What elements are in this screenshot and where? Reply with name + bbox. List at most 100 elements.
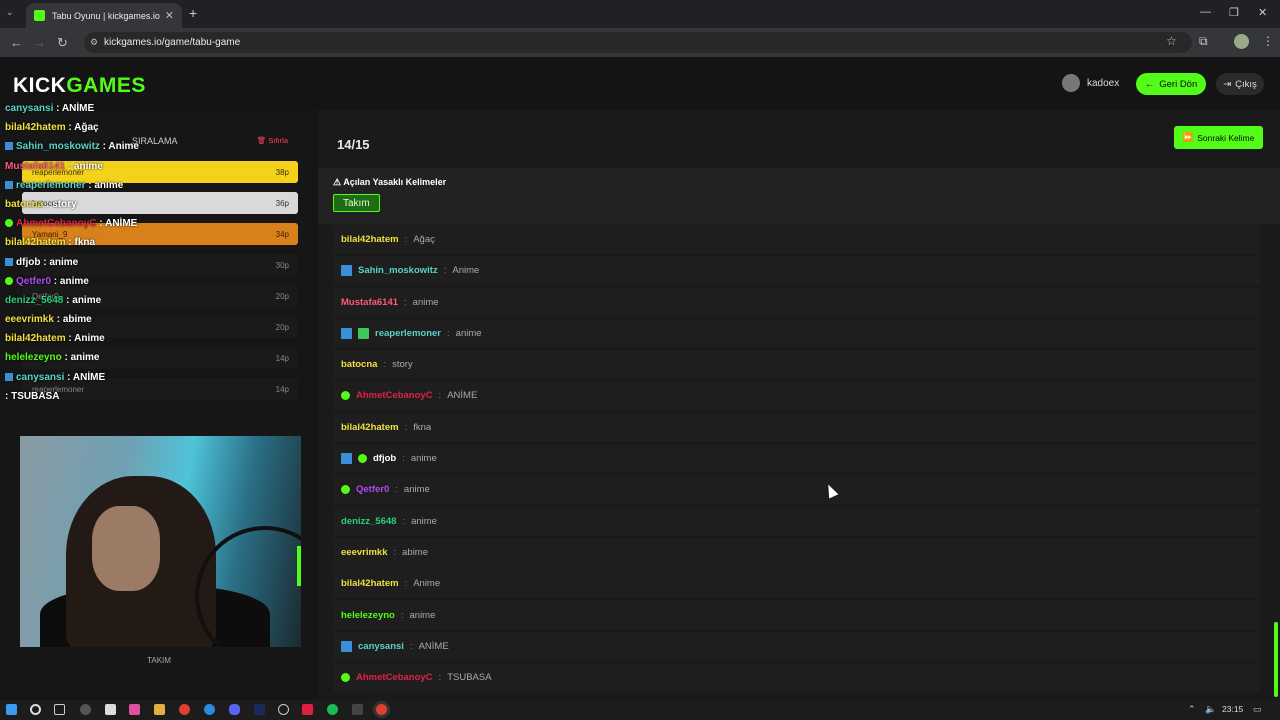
guess-message: anime (455, 327, 482, 339)
chat-line: Qetfer0 : anime (0, 276, 318, 295)
edge-icon[interactable] (204, 704, 215, 715)
guess-separator: : (438, 672, 442, 684)
guess-username: canysansi (358, 640, 404, 652)
left-panel: SIRALAMA 🗑 Sıfırla reaperlemoner 38p batoc… (0, 103, 318, 700)
logo-kick-text: KICK (13, 74, 67, 97)
app-icon[interactable] (105, 704, 116, 715)
spotify-icon[interactable] (327, 704, 338, 715)
guess-username: Qetfer0 (356, 484, 390, 496)
chat-message: anime (59, 275, 89, 287)
sparkle-badge-icon (5, 219, 13, 228)
bookmark-star-icon[interactable]: ☆ (1166, 34, 1177, 48)
restore-icon[interactable]: ❐ (1229, 6, 1239, 19)
back-arrow-icon[interactable]: ← (10, 35, 23, 50)
kickgames-logo[interactable]: KICKGAMES (13, 74, 146, 98)
windows-start-icon[interactable] (6, 704, 17, 715)
tab-search-icon[interactable]: ⌄ (6, 7, 14, 18)
browser-menu-icon[interactable]: ⋮ (1262, 34, 1274, 48)
chat-message: abime (62, 314, 92, 326)
app-icon-3[interactable] (352, 704, 363, 715)
chat-separator: : (64, 371, 73, 383)
guess-list: bilal42hatem: Ağaç Sahin_moskowitz: Anime Mu… (333, 225, 1260, 694)
banned-words-section: ⚠ Açılan Yasaklı Kelimeler Takım (318, 168, 1280, 224)
guess-row: bilal42hatem: fkna (333, 412, 1260, 442)
verified-badge-icon (5, 142, 13, 151)
reload-icon[interactable]: ↻ (57, 35, 68, 51)
guess-separator: : (395, 484, 398, 496)
tab-close-icon[interactable]: ✕ (165, 9, 174, 22)
chat-line: bilal42hatem : Anime (0, 333, 318, 352)
chat-username: canysansi (16, 371, 65, 383)
guess-message: anime (409, 609, 436, 621)
valorant-icon[interactable] (302, 704, 313, 715)
back-button[interactable]: ← Geri Dön (1136, 73, 1206, 95)
clock[interactable]: 23:15 (1222, 704, 1243, 714)
guess-row: AhmetCebanoyC: TSUBASA (333, 663, 1260, 693)
guess-list-scrollbar[interactable] (1274, 227, 1278, 697)
tray-chevron-icon[interactable]: ⌃ (1188, 704, 1196, 715)
chat-line: : TSUBASA (0, 391, 318, 410)
guess-row: reaperlemoner: anime (333, 318, 1260, 348)
new-tab-button[interactable]: + (189, 5, 197, 21)
chrome-icon[interactable] (179, 704, 190, 715)
forward-arrow-icon[interactable]: → (33, 35, 46, 50)
banned-word-tag: Takım (333, 194, 380, 212)
verified-badge-icon (5, 180, 13, 189)
chat-username: AhmetCebanoyC (16, 218, 97, 230)
chrome-active-icon[interactable] (376, 704, 387, 715)
steam-icon[interactable] (278, 704, 289, 715)
verified-badge-icon (5, 257, 13, 266)
guess-separator: : (383, 359, 387, 371)
browser-tab[interactable]: Tabu Oyunu | kickgames.io ✕ (26, 3, 182, 28)
chat-message: anime (94, 179, 124, 191)
chat-line: Sahin_moskowitz : Anime (0, 141, 318, 160)
guess-message: ANİME (447, 390, 478, 402)
volume-icon[interactable]: 🔈 (1205, 704, 1216, 715)
chat-separator: : (65, 122, 75, 134)
notification-icon[interactable]: ▭ (1253, 704, 1262, 715)
fast-forward-icon: ⏩ (1182, 132, 1194, 142)
guess-username: reaperlemoner (375, 327, 442, 339)
chat-line: denizz_5648 : anime (0, 295, 318, 314)
user-profile[interactable]: kadoex (1062, 74, 1119, 92)
chat-username: Qetfer0 (16, 275, 52, 287)
chat-username: bilal42hatem (5, 122, 66, 134)
guess-separator: : (404, 296, 407, 308)
webcam-video (20, 436, 301, 647)
discord-icon[interactable] (229, 704, 240, 715)
minimize-icon[interactable]: — (1200, 6, 1211, 18)
window-close-icon[interactable]: ✕ (1258, 6, 1267, 19)
profile-avatar-icon[interactable] (1234, 34, 1249, 49)
chat-username: denizz_5648 (5, 294, 64, 306)
game-main-panel: 14/15 ⏩ Sonraki Kelime ⚠ Açılan Yasaklı … (318, 110, 1280, 700)
site-info-icon[interactable]: ⚙ (90, 32, 98, 53)
chat-separator: : (96, 218, 106, 230)
extensions-icon[interactable]: ⧉ (1199, 34, 1208, 49)
webcam-glow (297, 546, 301, 586)
scrollbar-thumb[interactable] (1274, 622, 1278, 697)
photoshop-icon[interactable] (254, 704, 265, 715)
logout-button[interactable]: ⇥ Çıkış (1216, 73, 1264, 95)
chat-message: TSUBASA (11, 390, 60, 402)
url-field[interactable]: ⚙ kickgames.io/game/tabu-game (84, 32, 1192, 53)
chat-line: dfjob : anime (0, 257, 318, 276)
search-icon[interactable] (30, 704, 41, 715)
chat-message: Anime (74, 333, 105, 345)
guess-username: dfjob (373, 453, 397, 465)
chat-separator: : (65, 333, 75, 345)
guess-message: anime (412, 296, 439, 308)
chat-separator: : (63, 294, 73, 306)
next-word-label: Sonraki Kelime (1197, 132, 1255, 143)
warning-icon: ⚠ (333, 177, 342, 187)
windows-taskbar: ⌃ 🔈 23:15 ▭ (0, 700, 1280, 720)
guess-separator: : (404, 234, 408, 245)
guess-separator: : (400, 609, 404, 621)
logout-button-label: Çıkış (1235, 78, 1257, 90)
app-icon-2[interactable] (129, 704, 140, 715)
guess-message: anime (410, 453, 437, 465)
guess-separator: : (393, 546, 397, 558)
obs-icon[interactable] (80, 704, 91, 715)
task-view-icon[interactable] (54, 704, 65, 715)
next-word-button[interactable]: ⏩ Sonraki Kelime (1174, 126, 1263, 149)
file-explorer-icon[interactable] (154, 704, 165, 715)
